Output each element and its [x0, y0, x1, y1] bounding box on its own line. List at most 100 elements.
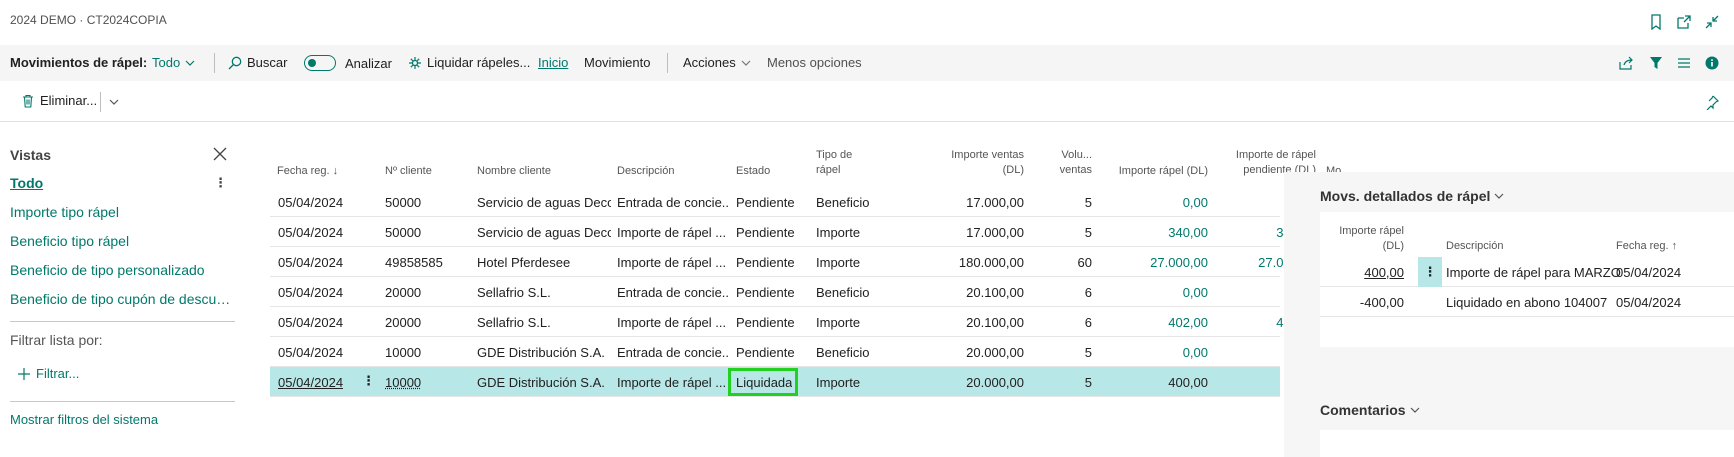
fb-header-importe-line1: Importe rápel: [1339, 225, 1404, 237]
detail-row[interactable]: 400,00 ⋮ Importe de rápel para MARZO 05/…: [1320, 257, 1734, 287]
tab-inicio[interactable]: Inicio: [538, 55, 568, 70]
factbox-title[interactable]: Movs. detallados de rápel: [1320, 188, 1504, 204]
header-importe-ventas[interactable]: Importe ventas (DL): [900, 148, 1024, 178]
detail-row[interactable]: -400,00 Liquidado en abono 104007 05/04/…: [1320, 287, 1734, 317]
show-system-filters-link[interactable]: Mostrar filtros del sistema: [10, 412, 158, 427]
fb-header-importe[interactable]: Importe rápel (DL): [1320, 224, 1404, 254]
liquidar-rapeles-button[interactable]: Liquidar rápeles...: [408, 55, 530, 70]
cell-tipo: Importe: [816, 375, 861, 390]
detail-fecha: 05/04/2024: [1616, 295, 1682, 310]
cell-nombre: GDE Distribución S.A.: [477, 375, 605, 390]
analyze-toggle[interactable]: Analizar: [304, 55, 392, 71]
detail-importe[interactable]: 400,00: [1320, 265, 1404, 280]
collapse-icon[interactable]: [1702, 12, 1722, 32]
cell-cliente: 50000: [385, 225, 422, 240]
pin-icon[interactable]: [1702, 92, 1722, 112]
header-volumen[interactable]: Volu... ventas: [1032, 148, 1092, 178]
table-row[interactable]: 05/04/2024 20000 Sellafrio S.L. Importe …: [270, 307, 1339, 337]
add-filter-label: Filtrar...: [36, 366, 80, 381]
more-options-icon[interactable]: ⋮: [214, 175, 227, 191]
header-tipo-line1: Tipo de: [816, 149, 853, 161]
cell-tipo: Importe: [816, 255, 861, 270]
fb-header-fecha[interactable]: Fecha reg. ↑: [1616, 239, 1677, 254]
cell-cliente: 20000: [385, 315, 422, 330]
header-estado[interactable]: Estado: [736, 164, 770, 179]
search-label: Buscar: [247, 55, 288, 70]
cell-volumen: 5: [1084, 195, 1092, 210]
less-options-button[interactable]: Menos opciones: [767, 55, 862, 70]
cell-descripcion: Entrada de concie...: [617, 345, 729, 360]
cell-importe-rapel[interactable]: 0,00: [1088, 195, 1208, 210]
cell-importe-rapel[interactable]: 402,00: [1088, 315, 1208, 330]
cell-importe-rapel[interactable]: 0,00: [1088, 285, 1208, 300]
tab-movimiento[interactable]: Movimiento: [584, 55, 650, 70]
cell-importe-ventas: 17.000,00: [966, 195, 1024, 210]
delete-button[interactable]: Eliminar...: [22, 93, 97, 108]
header-cliente[interactable]: Nº cliente: [385, 164, 432, 179]
view-selector[interactable]: Todo: [152, 55, 195, 70]
cell-fecha: 05/04/2024: [278, 255, 344, 270]
table-row[interactable]: 05/04/2024 50000 Servicio de aguas Deco …: [270, 217, 1339, 247]
cell-importe-rapel[interactable]: 0,00: [1088, 345, 1208, 360]
filter-by-label: Filtrar lista por:: [10, 332, 103, 348]
header-tipo-line2: rápel: [816, 164, 841, 176]
header-fecha[interactable]: Fecha reg. ↓: [277, 164, 338, 179]
view-item-beneficio[interactable]: Beneficio tipo rápel: [10, 233, 129, 249]
chevron-down-icon: [741, 60, 751, 66]
detail-descripcion: Importe de rápel para MARZO: [1446, 265, 1621, 280]
view-item-personalizado[interactable]: Beneficio de tipo personalizado: [10, 262, 205, 278]
comments-title-label: Comentarios: [1320, 402, 1406, 418]
separator: [100, 92, 101, 112]
header-tipo[interactable]: Tipo de rápel: [816, 148, 852, 178]
table-row[interactable]: 05/04/2024 50000 Servicio de aguas Deco …: [270, 187, 1339, 217]
cell-importe-ventas: 20.000,00: [966, 375, 1024, 390]
more-actions-chevron-icon[interactable]: [104, 92, 124, 112]
toggle-switch[interactable]: [304, 55, 336, 71]
row-menu-icon[interactable]: ⋮: [1418, 257, 1442, 287]
fb-header-importe-line2: (DL): [1382, 240, 1404, 252]
settle-icon: [409, 56, 421, 69]
open-new-window-icon[interactable]: [1674, 12, 1694, 32]
info-icon[interactable]: [1702, 53, 1722, 73]
table-row[interactable]: 05/04/2024 20000 Sellafrio S.L. Entrada …: [270, 277, 1339, 307]
header-importe-rapel[interactable]: Importe rápel (DL): [1088, 164, 1208, 179]
add-filter-button[interactable]: Filtrar...: [18, 366, 79, 381]
view-item-cupon[interactable]: Beneficio de tipo cupón de descuento: [10, 291, 235, 307]
factbox-title-label: Movs. detallados de rápel: [1320, 188, 1491, 204]
list-view-icon[interactable]: [1674, 53, 1694, 73]
cell-importe-rapel[interactable]: 340,00: [1088, 225, 1208, 240]
search-button[interactable]: Buscar: [228, 55, 287, 70]
delete-label: Eliminar...: [40, 93, 98, 108]
header-nombre[interactable]: Nombre cliente: [477, 164, 551, 179]
detail-descripcion: Liquidado en abono 104007: [1446, 295, 1608, 310]
cell-importe-rapel[interactable]: 27.000,00: [1088, 255, 1208, 270]
filter-pane: Vistas Todo ⋮ Importe tipo rápel Benefic…: [0, 140, 240, 440]
acciones-menu[interactable]: Acciones: [683, 55, 751, 70]
close-icon[interactable]: [210, 144, 230, 164]
table-row-selected[interactable]: 05/04/2024 ⋮ 10000 GDE Distribución S.A.…: [270, 367, 1339, 397]
cell-volumen: 6: [1084, 285, 1092, 300]
filter-icon[interactable]: [1646, 53, 1666, 73]
cell-nombre: Hotel Pferdesee: [477, 255, 571, 270]
cell-fecha[interactable]: 05/04/2024: [278, 375, 343, 390]
row-menu-icon[interactable]: ⋮: [362, 373, 375, 389]
table-row[interactable]: 05/04/2024 49858585 Hotel Pferdesee Impo…: [270, 247, 1339, 277]
cell-tipo: Beneficio: [816, 345, 870, 360]
cell-importe-rapel[interactable]: 400,00: [1088, 375, 1208, 390]
cell-cliente[interactable]: 10000: [385, 375, 421, 390]
trash-icon: [23, 94, 33, 108]
cell-importe-ventas: 20.100,00: [966, 285, 1024, 300]
fb-header-descripcion[interactable]: Descripción: [1446, 239, 1503, 254]
cell-descripcion: Importe de rápel ...: [617, 315, 727, 330]
header-descripcion[interactable]: Descripción: [617, 164, 674, 179]
bookmark-icon[interactable]: [1646, 12, 1666, 32]
view-item-todo[interactable]: Todo: [10, 175, 43, 191]
detailed-entries-card: Importe rápel (DL) Descripción Fecha reg.…: [1320, 212, 1734, 347]
comments-section-title[interactable]: Comentarios: [1320, 402, 1420, 418]
view-item-importe[interactable]: Importe tipo rápel: [10, 204, 119, 220]
cell-estado: Pendiente: [736, 315, 795, 330]
cell-importe-ventas: 20.100,00: [966, 315, 1024, 330]
chevron-down-icon: [1410, 407, 1420, 413]
table-row[interactable]: 05/04/2024 10000 GDE Distribución S.A. E…: [270, 337, 1339, 367]
share-icon[interactable]: [1616, 53, 1636, 73]
